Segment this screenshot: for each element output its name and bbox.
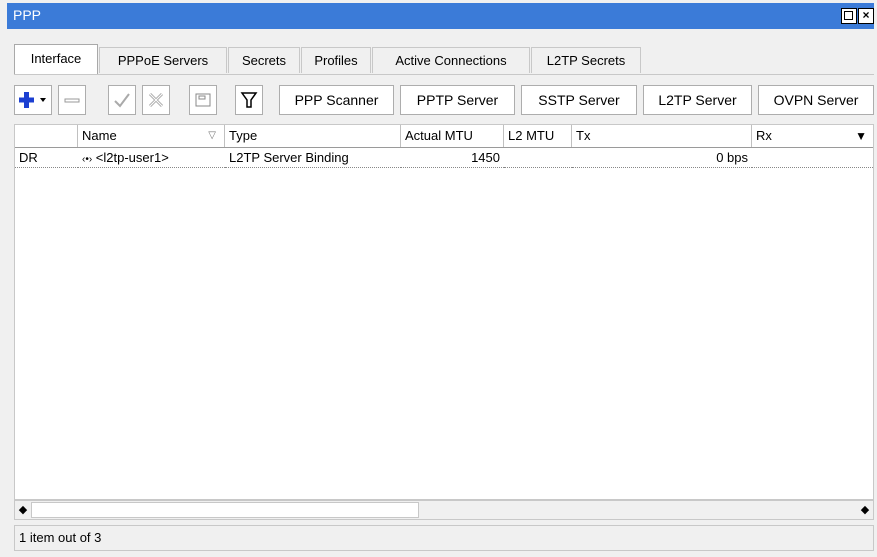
cell-l2-mtu: [504, 148, 572, 168]
disable-button[interactable]: [142, 85, 170, 115]
column-flags[interactable]: [15, 125, 78, 147]
enable-button[interactable]: [108, 85, 136, 115]
tab-interface[interactable]: Interface: [14, 44, 98, 74]
cell-rx: [752, 148, 873, 168]
tab-pppoe-servers[interactable]: PPPoE Servers: [99, 47, 227, 73]
tab-profiles[interactable]: Profiles: [301, 47, 371, 73]
tab-l2tp-secrets[interactable]: L2TP Secrets: [531, 47, 641, 73]
tab-divider: [14, 74, 874, 75]
maximize-icon[interactable]: [841, 8, 857, 24]
horizontal-scrollbar[interactable]: ◆ ◆: [14, 500, 874, 520]
sort-icon: ▽: [208, 130, 216, 141]
close-icon[interactable]: ×: [858, 8, 874, 24]
ovpn-server-button[interactable]: OVPN Server: [758, 85, 874, 115]
column-menu-icon[interactable]: ▼: [855, 125, 867, 147]
status-bar: 1 item out of 3: [14, 525, 874, 551]
interface-table: Name ▽ Type Actual MTU L2 MTU Tx Rx ▼ DR…: [14, 124, 874, 500]
table-row[interactable]: DR ‹•› <l2tp-user1> L2TP Server Binding …: [15, 148, 873, 168]
column-rx[interactable]: Rx ▼: [752, 125, 873, 147]
scroll-left-icon[interactable]: ◆: [15, 501, 31, 519]
scrollbar-thumb[interactable]: [31, 502, 419, 518]
tab-active-connections[interactable]: Active Connections: [372, 47, 530, 73]
window-title: PPP: [13, 7, 42, 23]
column-l2-mtu[interactable]: L2 MTU: [504, 125, 572, 147]
column-actual-mtu[interactable]: Actual MTU: [401, 125, 504, 147]
filter-button[interactable]: [235, 85, 263, 115]
column-name-label: Name: [82, 128, 117, 143]
column-rx-label: Rx: [756, 128, 772, 143]
column-tx[interactable]: Tx: [572, 125, 752, 147]
table-header: Name ▽ Type Actual MTU L2 MTU Tx Rx ▼: [15, 125, 873, 148]
l2tp-server-button[interactable]: L2TP Server: [643, 85, 752, 115]
cell-flags: DR: [15, 148, 78, 168]
ppp-window: PPP × Interface PPPoE Servers Secrets Pr…: [0, 0, 877, 557]
pptp-server-button[interactable]: PPTP Server: [400, 85, 515, 115]
scroll-right-icon[interactable]: ◆: [857, 501, 873, 519]
remove-button[interactable]: [58, 85, 86, 115]
cell-type: L2TP Server Binding: [225, 148, 401, 168]
comment-button[interactable]: [189, 85, 217, 115]
ppp-scanner-button[interactable]: PPP Scanner: [279, 85, 394, 115]
cell-tx: 0 bps: [572, 148, 752, 168]
cell-actual-mtu: 1450: [401, 148, 504, 168]
interface-icon: ‹•›: [82, 154, 93, 165]
title-bar[interactable]: PPP ×: [7, 3, 874, 29]
add-button[interactable]: [14, 85, 52, 115]
column-name[interactable]: Name ▽: [78, 125, 225, 147]
column-type[interactable]: Type: [225, 125, 401, 147]
tab-secrets[interactable]: Secrets: [228, 47, 300, 73]
cell-name-text: <l2tp-user1>: [95, 150, 169, 165]
cell-name: ‹•› <l2tp-user1>: [78, 148, 225, 168]
sstp-server-button[interactable]: SSTP Server: [521, 85, 637, 115]
